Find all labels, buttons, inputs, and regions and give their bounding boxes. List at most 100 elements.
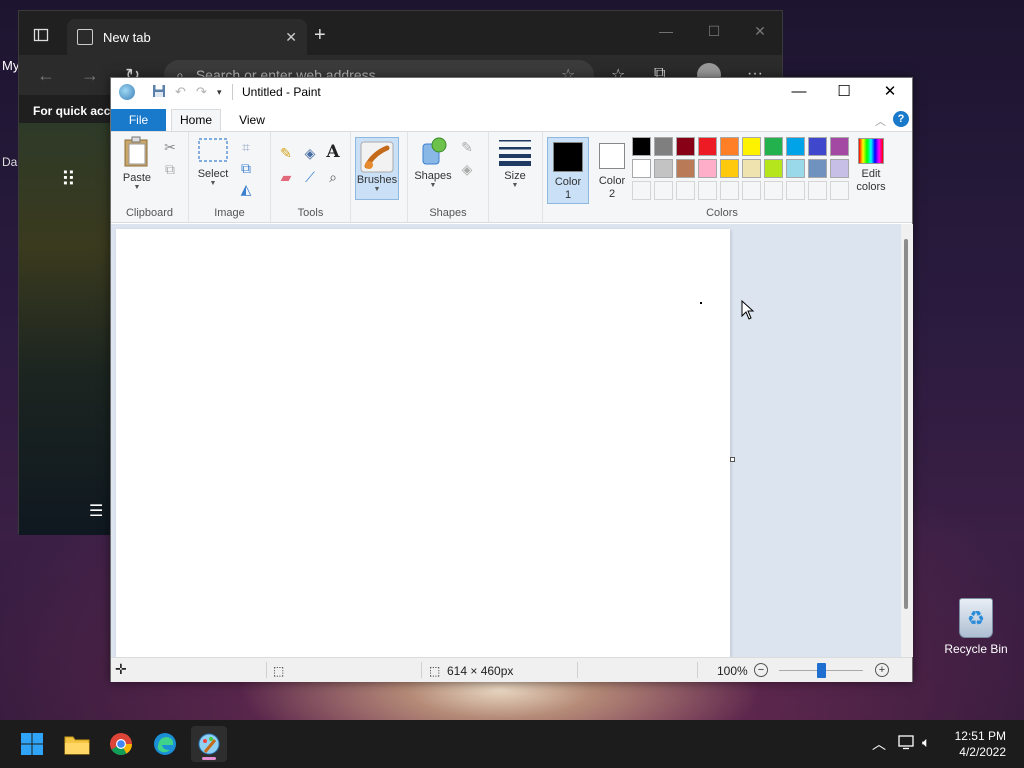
- palette-color-swatch[interactable]: [830, 159, 849, 178]
- palette-color-swatch[interactable]: [676, 159, 695, 178]
- cut-icon[interactable]: ✂: [161, 138, 179, 156]
- file-explorer-button[interactable]: [59, 726, 95, 762]
- close-button[interactable]: ✕: [867, 81, 913, 103]
- palette-color-swatch[interactable]: [808, 137, 827, 156]
- shapes-button[interactable]: Shapes ▼: [414, 136, 452, 189]
- palette-color-swatch[interactable]: [764, 137, 783, 156]
- help-icon[interactable]: ?: [893, 111, 909, 127]
- app-launcher-icon[interactable]: ⠿: [61, 167, 76, 192]
- paint-taskbar-button[interactable]: [191, 726, 227, 762]
- palette-color-swatch[interactable]: [720, 159, 739, 178]
- rotate-icon[interactable]: ◭: [237, 180, 255, 198]
- new-tab-plus-icon[interactable]: +: [314, 24, 326, 47]
- dropdown-arrow-icon: ▼: [209, 180, 217, 187]
- size-button[interactable]: Size ▼: [497, 136, 533, 189]
- magnifier-icon[interactable]: ⌕: [324, 168, 342, 186]
- dropdown-arrow-icon: ▼: [133, 184, 141, 191]
- drawing-canvas[interactable]: [116, 229, 730, 657]
- resize-icon[interactable]: ⧉: [237, 159, 255, 177]
- palette-color-swatch[interactable]: [742, 159, 761, 178]
- edit-colors-button[interactable]: Edit colors: [853, 138, 889, 194]
- tab-view[interactable]: View: [232, 109, 272, 131]
- tab-file[interactable]: File: [111, 109, 166, 131]
- palette-color-swatch[interactable]: [786, 159, 805, 178]
- paint-app-icon[interactable]: [119, 84, 135, 100]
- edge-maximize-icon[interactable]: ☐: [699, 23, 729, 40]
- palette-custom-slot[interactable]: [742, 181, 761, 200]
- eraser-icon[interactable]: ▰: [277, 168, 295, 186]
- fill-icon[interactable]: ◈: [458, 160, 476, 178]
- minimize-button[interactable]: —: [776, 81, 822, 103]
- select-button[interactable]: Select ▼: [195, 136, 231, 187]
- system-clock[interactable]: 12:51 PM 4/2/2022: [944, 728, 1006, 760]
- hamburger-menu-icon[interactable]: ☰: [89, 501, 103, 521]
- palette-custom-slot[interactable]: [786, 181, 805, 200]
- maximize-button[interactable]: ☐: [821, 81, 867, 103]
- colors-group-label: Colors: [706, 207, 738, 219]
- palette-custom-slot[interactable]: [764, 181, 783, 200]
- palette-color-swatch[interactable]: [654, 137, 673, 156]
- text-tool-icon[interactable]: A: [324, 143, 342, 161]
- palette-custom-slot[interactable]: [632, 181, 651, 200]
- brushes-button[interactable]: Brushes ▼: [355, 137, 399, 200]
- tab-actions-icon[interactable]: [29, 25, 53, 45]
- palette-color-swatch[interactable]: [742, 137, 761, 156]
- chrome-button[interactable]: [103, 726, 139, 762]
- vertical-scrollbar[interactable]: [901, 224, 913, 657]
- color-1-button[interactable]: Color 1: [547, 137, 589, 204]
- recycle-bin-shortcut[interactable]: ♻ Recycle Bin: [940, 598, 1012, 656]
- customize-qat-icon[interactable]: ▾: [217, 87, 222, 98]
- color-2-button[interactable]: Color 2: [591, 137, 633, 204]
- copy-icon[interactable]: ⧉: [161, 160, 179, 178]
- active-indicator: [202, 757, 216, 760]
- palette-custom-slot[interactable]: [654, 181, 673, 200]
- redo-icon[interactable]: ↷: [196, 84, 207, 100]
- edge-minimize-icon[interactable]: —: [651, 23, 681, 39]
- forward-arrow-icon[interactable]: →: [81, 65, 99, 86]
- size-group: Size ▼: [489, 132, 543, 222]
- show-hidden-icons[interactable]: ︿: [872, 734, 886, 754]
- palette-color-swatch[interactable]: [698, 137, 717, 156]
- palette-color-swatch[interactable]: [632, 159, 651, 178]
- palette-color-swatch[interactable]: [698, 159, 717, 178]
- palette-custom-slot[interactable]: [808, 181, 827, 200]
- edit-colors-line1: Edit: [861, 168, 881, 180]
- minimize-ribbon-icon[interactable]: ︿: [875, 113, 886, 129]
- paste-button[interactable]: Paste ▼: [119, 136, 155, 191]
- pencil-icon[interactable]: ✎: [277, 144, 295, 162]
- palette-custom-slot[interactable]: [676, 181, 695, 200]
- palette-custom-slot[interactable]: [830, 181, 849, 200]
- palette-color-swatch[interactable]: [654, 159, 673, 178]
- palette-color-swatch[interactable]: [830, 137, 849, 156]
- paste-label: Paste: [122, 172, 152, 184]
- palette-color-swatch[interactable]: [808, 159, 827, 178]
- canvas-resize-handle-right[interactable]: [730, 457, 735, 462]
- network-icon[interactable]: [898, 734, 916, 753]
- zoom-out-icon[interactable]: −: [754, 663, 768, 677]
- color-picker-icon[interactable]: ⟋: [301, 168, 319, 186]
- start-button[interactable]: [14, 726, 50, 762]
- palette-custom-slot[interactable]: [720, 181, 739, 200]
- zoom-slider-thumb[interactable]: [817, 663, 826, 678]
- crop-icon[interactable]: ⌗: [237, 138, 255, 156]
- palette-color-swatch[interactable]: [676, 137, 695, 156]
- tab-home[interactable]: Home: [171, 109, 221, 132]
- palette-color-swatch[interactable]: [720, 137, 739, 156]
- edge-button[interactable]: [147, 726, 183, 762]
- undo-icon[interactable]: ↶: [175, 84, 186, 100]
- selection-size-icon: ⬚: [273, 664, 285, 678]
- close-tab-icon[interactable]: ✕: [285, 29, 297, 46]
- zoom-in-icon[interactable]: +: [875, 663, 889, 677]
- back-arrow-icon[interactable]: ←: [37, 65, 55, 86]
- palette-custom-slot[interactable]: [698, 181, 717, 200]
- palette-color-swatch[interactable]: [786, 137, 805, 156]
- edge-close-icon[interactable]: ✕: [745, 23, 775, 40]
- volume-icon[interactable]: 🔈︎: [922, 734, 930, 751]
- palette-color-swatch[interactable]: [764, 159, 783, 178]
- fill-bucket-icon[interactable]: ◈: [301, 144, 319, 162]
- edge-tab-new-tab[interactable]: New tab ✕: [67, 19, 307, 55]
- save-icon[interactable]: [152, 84, 166, 101]
- scrollbar-thumb[interactable]: [904, 239, 908, 609]
- palette-color-swatch[interactable]: [632, 137, 651, 156]
- outline-icon[interactable]: ✎: [458, 138, 476, 156]
